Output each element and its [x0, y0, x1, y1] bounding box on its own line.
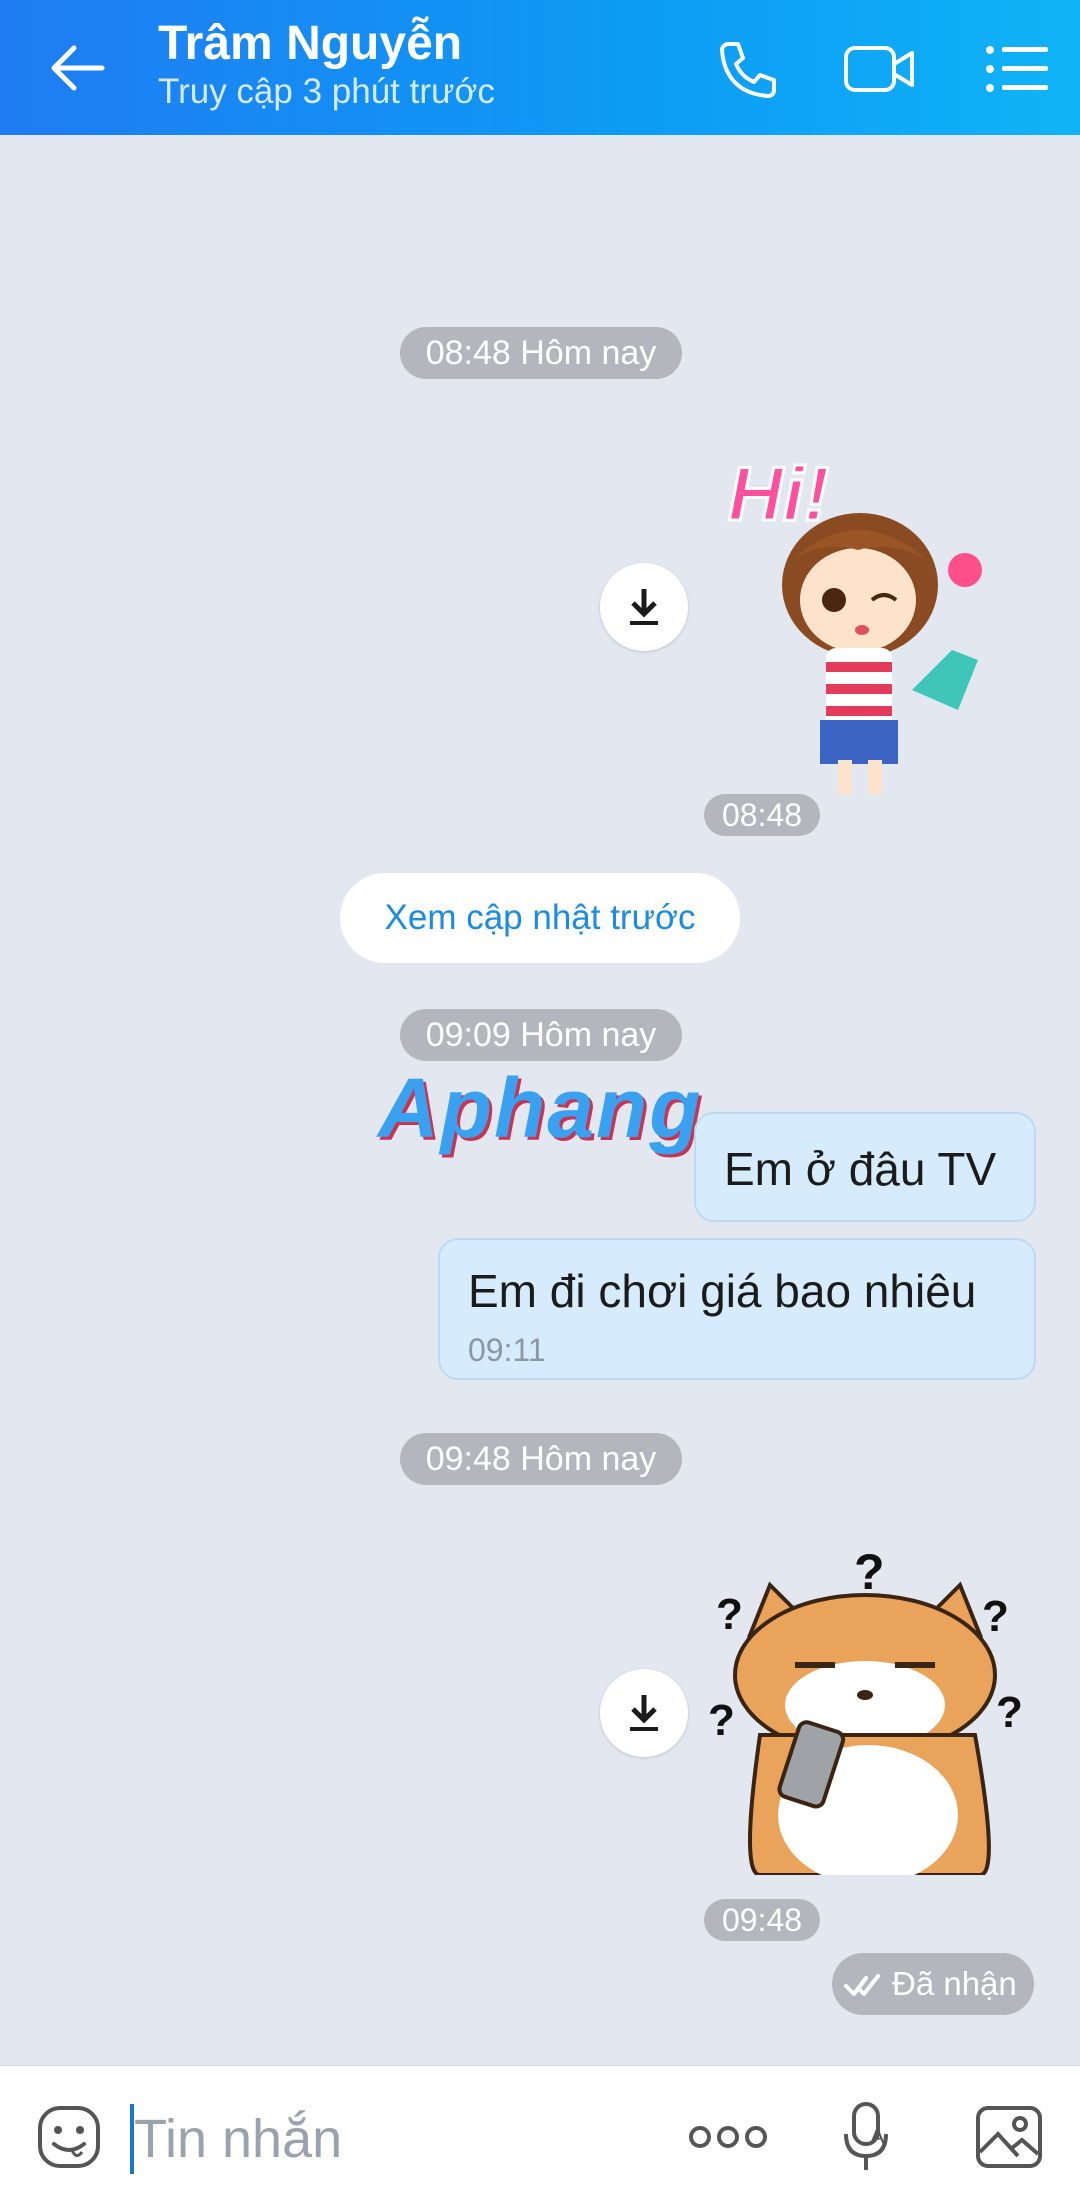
- svg-text:?: ?: [708, 1696, 735, 1745]
- download-sticker-button[interactable]: [600, 1669, 688, 1757]
- menu-list-icon[interactable]: [982, 34, 1052, 104]
- video-call-icon[interactable]: [842, 34, 914, 104]
- message-time: 09:48: [704, 1899, 820, 1941]
- last-seen-status: Truy cập 3 phút trước: [158, 72, 495, 111]
- message-input-bar: Tin nhắn A: [0, 2065, 1080, 2208]
- message-text: Em đi chơi giá bao nhiêu: [468, 1265, 977, 1317]
- download-icon: [630, 1695, 658, 1731]
- svg-text:A: A: [870, 2124, 885, 2149]
- delivery-status-text: Đã nhận: [892, 1965, 1017, 2002]
- contact-name[interactable]: Trâm Nguyễn: [158, 16, 462, 71]
- double-check-icon: [844, 1974, 880, 1996]
- message-list[interactable]: 08:48 Hôm nay Hi! 08:48 Xem cập nhật trư…: [0, 135, 1080, 2065]
- message-input[interactable]: Tin nhắn: [134, 2108, 342, 2170]
- image-icon[interactable]: [974, 2104, 1044, 2175]
- chat-header: Trâm Nguyễn Truy cập 3 phút trước: [0, 0, 1080, 135]
- phone-icon[interactable]: [710, 34, 780, 104]
- back-arrow-icon[interactable]: [40, 30, 116, 106]
- date-divider: 08:48 Hôm nay: [400, 327, 682, 379]
- download-sticker-button[interactable]: [600, 563, 688, 651]
- hi-girl-sticker[interactable]: Hi!: [722, 440, 992, 910]
- voice-icon[interactable]: A: [840, 2100, 896, 2179]
- svg-text:?: ?: [982, 1592, 1009, 1641]
- date-divider: 09:48 Hôm nay: [400, 1433, 682, 1485]
- more-dots-icon[interactable]: [688, 2122, 768, 2157]
- watermark-logo: Aphang: [378, 1061, 703, 1155]
- emoji-icon[interactable]: [36, 2104, 102, 2175]
- delivery-status-badge: Đã nhận: [832, 1953, 1034, 2015]
- confused-shiba-sticker[interactable]: ? ? ? ? ?: [700, 1544, 1040, 1885]
- sent-message-bubble[interactable]: Em ở đâu TV: [694, 1112, 1036, 1222]
- sticker-hi-caption: Hi!: [728, 452, 829, 537]
- message-time: 09:11: [468, 1332, 546, 1368]
- message-text: Em ở đâu TV: [724, 1143, 997, 1195]
- date-divider: 09:09 Hôm nay: [400, 1009, 682, 1061]
- view-previous-updates-button[interactable]: Xem cập nhật trước: [340, 873, 740, 963]
- svg-text:?: ?: [996, 1688, 1023, 1737]
- svg-text:?: ?: [854, 1545, 885, 1600]
- sent-message-bubble[interactable]: Em đi chơi giá bao nhiêu 09:11: [438, 1238, 1036, 1380]
- download-icon: [630, 589, 658, 625]
- svg-text:?: ?: [716, 1590, 743, 1639]
- message-time: 08:48: [704, 794, 820, 836]
